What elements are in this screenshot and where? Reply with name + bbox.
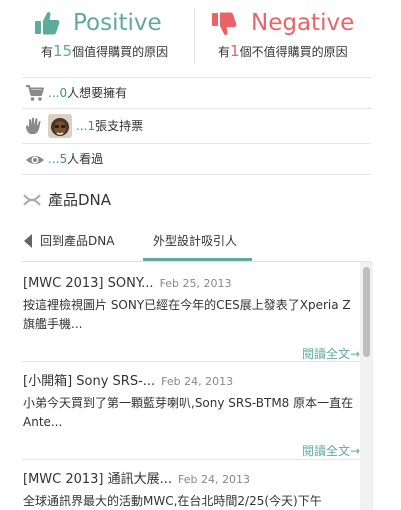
thumbs-up-icon: [35, 11, 60, 35]
positive-section: Positive 有15個值得購買的原因: [0, 0, 194, 70]
views-text: ...5人看過: [48, 152, 104, 166]
thumbs-down-icon: [212, 12, 237, 36]
avatar[interactable]: [48, 114, 72, 138]
negative-count: 1: [230, 42, 240, 60]
cart-icon: [26, 85, 44, 101]
chevron-left-icon: [24, 234, 32, 248]
want-to-own-row[interactable]: ...0人想要擁有: [22, 78, 371, 108]
back-to-dna-tab[interactable]: 回到產品DNA: [22, 230, 132, 254]
read-more-link[interactable]: 閱讀全文→: [302, 443, 360, 459]
want-count: 0: [59, 86, 68, 100]
news-title[interactable]: [小開箱] Sony SRS-... Feb 24, 2013: [23, 373, 233, 390]
positive-label: Positive: [73, 10, 162, 36]
news-date: Feb 24, 2013: [178, 473, 251, 486]
news-list[interactable]: [MWC 2013] SONY... Feb 25, 2013 按這裡檢視圖片 S…: [22, 262, 373, 510]
list-item[interactable]: [小開箱] Sony SRS-... Feb 24, 2013 小弟今天買到了第一…: [22, 373, 360, 458]
news-title[interactable]: [MWC 2013] SONY... Feb 25, 2013: [23, 275, 232, 292]
list-item[interactable]: [MWC 2013] 通訊大展... Feb 24, 2013 全球通訊界最大的活…: [22, 471, 360, 510]
news-title[interactable]: [MWC 2013] 通訊大展... Feb 24, 2013: [23, 471, 250, 488]
views-count: 5: [59, 152, 68, 166]
active-tab-indicator: [143, 258, 252, 261]
read-more-link[interactable]: 閱讀全文→: [302, 346, 360, 362]
eye-icon: [26, 156, 44, 164]
scrollbar-thumb[interactable]: [363, 267, 370, 357]
back-to-dna-label: 回到產品DNA: [40, 234, 115, 248]
hand-icon: [26, 117, 41, 134]
negative-summary: 有1個不值得購買的原因: [218, 42, 348, 60]
views-row[interactable]: ...5人看過: [22, 144, 371, 174]
product-dna-title: 產品DNA: [48, 191, 112, 209]
news-excerpt: 按這裡檢視圖片 SONY已經在今年的CES展上發表了Xperia Z旗艦手機..…: [23, 298, 351, 331]
tab-design-attractive[interactable]: 外型設計吸引人: [153, 233, 237, 249]
positive-summary: 有15個值得購買的原因: [41, 42, 169, 60]
want-to-own-text: ...0人想要擁有: [48, 86, 128, 100]
news-date: Feb 24, 2013: [161, 375, 234, 388]
news-excerpt: 全球通訊界最大的活動MWC,在台北時間2/25(今天)下午: [23, 494, 322, 508]
negative-label: Negative: [251, 10, 355, 36]
support-count: 1: [87, 119, 96, 133]
divider: [22, 174, 371, 175]
divider: [22, 459, 360, 460]
support-votes-row[interactable]: ...1張支持票: [22, 109, 371, 143]
positive-count: 15: [53, 42, 73, 60]
news-excerpt: 小弟今天買到了第一顆藍芽喇叭,Sony SRS-BTM8 原本一直在Ante..…: [23, 396, 354, 429]
divider: [22, 361, 360, 362]
support-votes-text: ...1張支持票: [76, 119, 144, 133]
news-date: Feb 25, 2013: [159, 277, 232, 290]
dna-icon: [23, 194, 41, 206]
list-item[interactable]: [MWC 2013] SONY... Feb 25, 2013 按這裡檢視圖片 S…: [22, 275, 360, 362]
